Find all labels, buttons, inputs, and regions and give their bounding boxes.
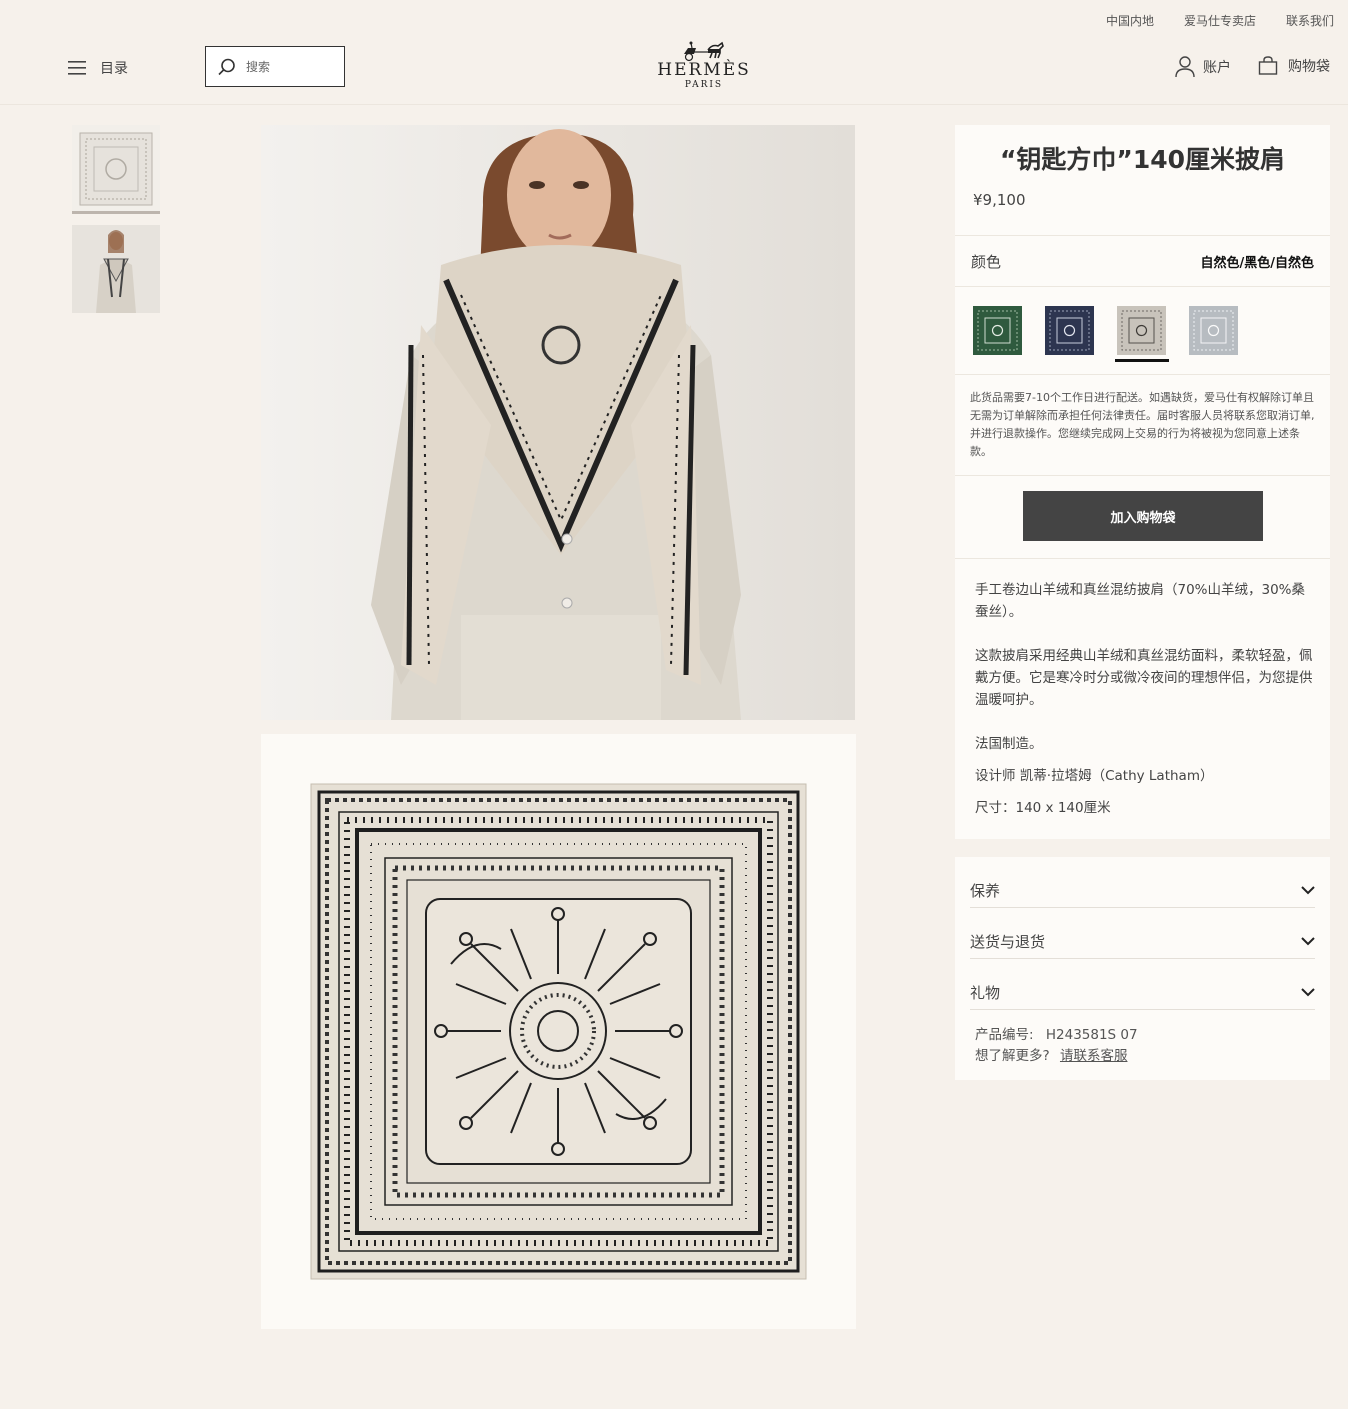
search-icon bbox=[218, 58, 235, 75]
account-button[interactable]: 账户 bbox=[1175, 56, 1231, 78]
color-value: 自然色/黑色/自然色 bbox=[1200, 255, 1315, 271]
product-title: “钥匙方巾”140厘米披肩 bbox=[999, 145, 1286, 174]
stores-link[interactable]: 爱马仕专卖店 bbox=[1184, 12, 1256, 29]
model-thumbnail-image bbox=[72, 225, 160, 313]
chevron-down-icon bbox=[1301, 936, 1315, 945]
contact-service-link[interactable]: 请联系客服 bbox=[1060, 1048, 1128, 1064]
cta-container: 加入购物袋 bbox=[955, 476, 1330, 558]
chevron-down-icon bbox=[1301, 987, 1315, 996]
accordion-care-label: 保养 bbox=[970, 881, 1001, 900]
sku-value: H243581S 07 bbox=[1045, 1027, 1138, 1043]
shopping-bag-icon bbox=[1258, 56, 1278, 75]
shopping-bag-button[interactable]: 购物袋 bbox=[1258, 56, 1330, 76]
sku-label: 产品编号: bbox=[975, 1027, 1034, 1043]
carriage-icon bbox=[684, 41, 724, 62]
description-size: 尺寸：140 x 140厘米 bbox=[975, 800, 1111, 816]
scarf-flat-image bbox=[310, 783, 807, 1280]
description-origin: 法国制造。 bbox=[975, 736, 1043, 752]
product-photo-flat-scarf[interactable] bbox=[261, 734, 856, 1329]
product-price: ¥9,100 bbox=[973, 191, 1026, 209]
search-input[interactable] bbox=[246, 59, 336, 74]
account-label: 账户 bbox=[1203, 60, 1231, 76]
hamburger-icon bbox=[68, 61, 86, 75]
bag-label: 购物袋 bbox=[1288, 59, 1330, 75]
accordion-gift-label: 礼物 bbox=[970, 983, 1001, 1002]
thumbnail-model[interactable] bbox=[72, 225, 160, 313]
utility-links: 中国内地 爱马仕专卖店 联系我们 bbox=[1106, 12, 1334, 29]
delivery-notice: 此货品需要7-10个工作日进行配送。如遇缺货，爱马仕有权解除订单且无需为订单解除… bbox=[970, 391, 1315, 458]
user-icon bbox=[1175, 56, 1195, 78]
accordion-panel: 保养 送货与退货 礼物 产品编号: H243581S 07 想了解更多? 请联系… bbox=[955, 857, 1330, 1080]
accordion-shipping-returns[interactable]: 送货与退货 bbox=[970, 908, 1315, 959]
description-designer: 设计师 凯蒂·拉塔姆（Cathy Latham） bbox=[975, 768, 1214, 784]
swatch-green[interactable] bbox=[973, 306, 1022, 355]
description-material: 手工卷边山羊绒和真丝混纺披肩（70%山羊绒，30%桑蚕丝）。 bbox=[975, 582, 1306, 620]
natural-scarf-swatch bbox=[1117, 306, 1166, 355]
navy-scarf-swatch bbox=[1045, 306, 1094, 355]
logo-city: PARIS bbox=[684, 80, 724, 90]
light-grey-scarf-swatch bbox=[1189, 306, 1238, 355]
region-link[interactable]: 中国内地 bbox=[1106, 12, 1154, 29]
color-selector-header: 颜色 自然色/黑色/自然色 bbox=[955, 236, 1330, 286]
accordion-shipping-label: 送货与退货 bbox=[970, 932, 1046, 951]
site-header: 中国内地 爱马仕专卖店 联系我们 目录 HERMÈS PARIS bbox=[0, 0, 1348, 105]
menu-label: 目录 bbox=[100, 61, 128, 77]
chevron-down-icon bbox=[1301, 885, 1315, 894]
thumbnail-selected-indicator bbox=[72, 211, 160, 214]
accordion-gift[interactable]: 礼物 bbox=[970, 959, 1315, 1010]
swatch-natural[interactable] bbox=[1115, 306, 1169, 362]
color-label: 颜色 bbox=[971, 252, 1002, 271]
swatch-light-grey[interactable] bbox=[1189, 306, 1238, 355]
search-box[interactable] bbox=[205, 46, 345, 87]
contact-link[interactable]: 联系我们 bbox=[1286, 12, 1334, 29]
green-scarf-swatch bbox=[973, 306, 1022, 355]
color-swatches bbox=[955, 287, 1330, 374]
swatch-navy[interactable] bbox=[1045, 306, 1094, 355]
help-row: 想了解更多? 请联系客服 bbox=[975, 1046, 1315, 1067]
help-text: 想了解更多? bbox=[975, 1048, 1050, 1064]
thumbnail-scarf[interactable] bbox=[72, 125, 160, 214]
logo-text: HERMÈS bbox=[657, 60, 751, 80]
product-photo-model[interactable] bbox=[261, 125, 855, 720]
add-to-bag-button[interactable]: 加入购物袋 bbox=[1023, 491, 1263, 541]
product-description: 手工卷边山羊绒和真丝混纺披肩（70%山羊绒，30%桑蚕丝）。 这款披肩采用经典山… bbox=[955, 559, 1330, 839]
menu-button[interactable]: 目录 bbox=[68, 58, 128, 78]
product-info-panel: “钥匙方巾”140厘米披肩 ¥9,100 颜色 自然色/黑色/自然色 此货品需要… bbox=[955, 125, 1330, 839]
sku-row: 产品编号: H243581S 07 bbox=[975, 1025, 1315, 1046]
description-body: 这款披肩采用经典山羊绒和真丝混纺面料，柔软轻盈，佩戴方便。它是寒冷时分或微冷夜间… bbox=[975, 648, 1313, 708]
accordion-care[interactable]: 保养 bbox=[970, 857, 1315, 908]
model-wearing-shawl-image bbox=[261, 125, 855, 720]
product-meta: 产品编号: H243581S 07 想了解更多? 请联系客服 bbox=[970, 1010, 1315, 1067]
scarf-thumbnail-image bbox=[79, 132, 153, 206]
hermes-logo[interactable]: HERMÈS PARIS bbox=[654, 38, 754, 96]
